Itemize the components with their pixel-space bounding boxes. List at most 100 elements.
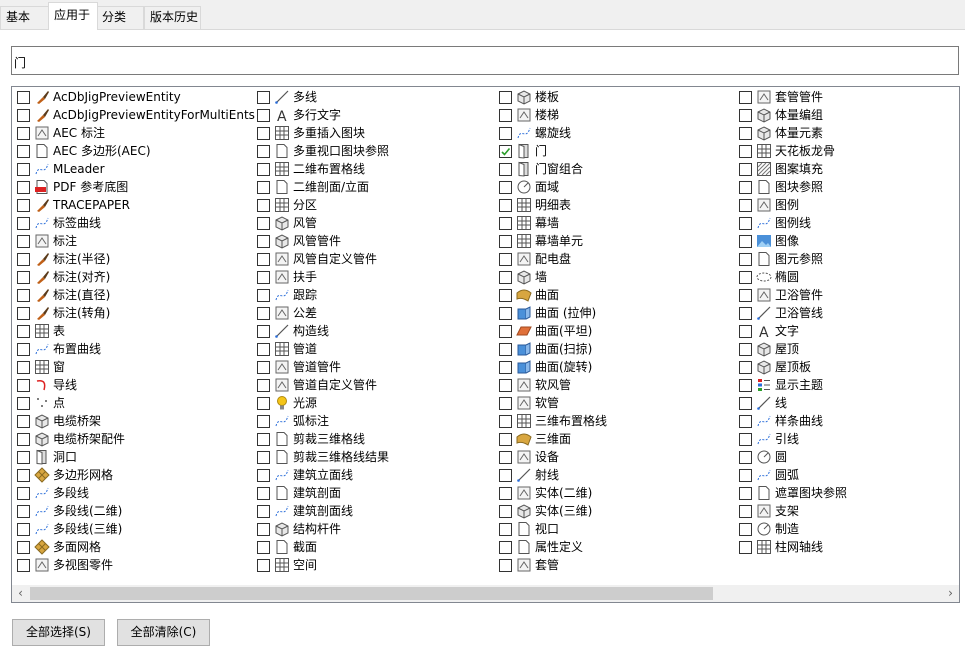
- filter-input[interactable]: [11, 46, 959, 75]
- list-item[interactable]: 图例: [736, 196, 847, 214]
- list-item[interactable]: 管道管件: [254, 358, 389, 376]
- list-item[interactable]: 卫浴管线: [736, 304, 847, 322]
- checkbox[interactable]: [739, 450, 752, 464]
- list-item[interactable]: 屋顶板: [736, 358, 847, 376]
- list-item[interactable]: 体量编组: [736, 106, 847, 124]
- horizontal-scrollbar[interactable]: ‹ ›: [12, 585, 959, 602]
- list-item[interactable]: 设备: [496, 448, 607, 466]
- list-item[interactable]: 表: [14, 322, 255, 340]
- list-item[interactable]: A 多行文字: [254, 106, 389, 124]
- list-item[interactable]: 软风管: [496, 376, 607, 394]
- list-item[interactable]: 门: [496, 142, 607, 160]
- list-item[interactable]: 软管: [496, 394, 607, 412]
- list-item[interactable]: 图元参照: [736, 250, 847, 268]
- list-item[interactable]: 扶手: [254, 268, 389, 286]
- list-item[interactable]: TRACEPAPER: [14, 196, 255, 214]
- list-item[interactable]: 遮罩图块参照: [736, 484, 847, 502]
- checkbox[interactable]: [17, 468, 30, 482]
- list-item[interactable]: 二维剖面/立面: [254, 178, 389, 196]
- list-item[interactable]: 标注: [14, 232, 255, 250]
- list-item[interactable]: 洞口: [14, 448, 255, 466]
- checkbox[interactable]: [499, 450, 512, 464]
- checkbox[interactable]: [499, 90, 512, 104]
- list-item[interactable]: 显示主题: [736, 376, 847, 394]
- checkbox[interactable]: [739, 306, 752, 320]
- checkbox[interactable]: [17, 306, 30, 320]
- checkbox[interactable]: [739, 324, 752, 338]
- list-item[interactable]: 卫浴管件: [736, 286, 847, 304]
- checkbox[interactable]: [257, 342, 270, 356]
- checkbox[interactable]: [257, 252, 270, 266]
- list-item[interactable]: AEC 多边形(AEC): [14, 142, 255, 160]
- list-item[interactable]: 结构杆件: [254, 520, 389, 538]
- list-item[interactable]: 分区: [254, 196, 389, 214]
- list-item[interactable]: 二维布置格线: [254, 160, 389, 178]
- checkbox[interactable]: [499, 360, 512, 374]
- list-item[interactable]: 线: [736, 394, 847, 412]
- list-item[interactable]: 风管自定义管件: [254, 250, 389, 268]
- checkbox[interactable]: [499, 180, 512, 194]
- tab-category[interactable]: 分类: [96, 6, 144, 29]
- checkbox[interactable]: [17, 252, 30, 266]
- checkbox[interactable]: [257, 504, 270, 518]
- checkbox[interactable]: [17, 162, 30, 176]
- list-item[interactable]: 布置曲线: [14, 340, 255, 358]
- list-item[interactable]: 多视图零件: [14, 556, 255, 574]
- checkbox[interactable]: [257, 180, 270, 194]
- checkbox[interactable]: [739, 396, 752, 410]
- checkbox[interactable]: [17, 396, 30, 410]
- list-item[interactable]: 属性定义: [496, 538, 607, 556]
- checkbox[interactable]: [739, 126, 752, 140]
- checkbox[interactable]: [17, 270, 30, 284]
- checkbox[interactable]: [257, 162, 270, 176]
- checkbox[interactable]: [257, 198, 270, 212]
- list-item[interactable]: 公差: [254, 304, 389, 322]
- checkbox[interactable]: [739, 252, 752, 266]
- list-item[interactable]: 多段线: [14, 484, 255, 502]
- list-item[interactable]: 射线: [496, 466, 607, 484]
- list-item[interactable]: 构造线: [254, 322, 389, 340]
- checkbox[interactable]: [257, 234, 270, 248]
- list-item[interactable]: 三维面: [496, 430, 607, 448]
- list-item[interactable]: 套管: [496, 556, 607, 574]
- list-item[interactable]: 圆弧: [736, 466, 847, 484]
- list-item[interactable]: 屋顶: [736, 340, 847, 358]
- list-item[interactable]: PDF 参考底图: [14, 178, 255, 196]
- clear-all-button[interactable]: 全部清除(C): [117, 619, 210, 646]
- list-item[interactable]: 柱网轴线: [736, 538, 847, 556]
- checkbox[interactable]: [499, 378, 512, 392]
- tab-basic[interactable]: 基本: [0, 6, 50, 29]
- checkbox[interactable]: [499, 108, 512, 122]
- list-item[interactable]: 曲面(旋转): [496, 358, 607, 376]
- checkbox[interactable]: [739, 234, 752, 248]
- list-item[interactable]: 窗: [14, 358, 255, 376]
- list-item[interactable]: AcDbJigPreviewEntityForMultiEnts: [14, 106, 255, 124]
- list-item[interactable]: 建筑剖面: [254, 484, 389, 502]
- list-item[interactable]: 多边形网格: [14, 466, 255, 484]
- checkbox[interactable]: [257, 144, 270, 158]
- list-item[interactable]: 图块参照: [736, 178, 847, 196]
- list-item[interactable]: 图像: [736, 232, 847, 250]
- checkbox[interactable]: [739, 504, 752, 518]
- checkbox[interactable]: [17, 324, 30, 338]
- checkbox[interactable]: [739, 360, 752, 374]
- list-item[interactable]: 跟踪: [254, 286, 389, 304]
- list-item[interactable]: 电缆桥架配件: [14, 430, 255, 448]
- checkbox[interactable]: [499, 558, 512, 572]
- checkbox[interactable]: [17, 126, 30, 140]
- list-item[interactable]: 点: [14, 394, 255, 412]
- checkbox[interactable]: [257, 306, 270, 320]
- list-item[interactable]: 管道自定义管件: [254, 376, 389, 394]
- checkbox[interactable]: [499, 270, 512, 284]
- checkbox[interactable]: [499, 432, 512, 446]
- list-item[interactable]: 幕墙: [496, 214, 607, 232]
- list-item[interactable]: 截面: [254, 538, 389, 556]
- list-item[interactable]: 实体(二维): [496, 484, 607, 502]
- checkbox[interactable]: [499, 342, 512, 356]
- list-item[interactable]: 曲面(平坦): [496, 322, 607, 340]
- checkbox[interactable]: [257, 324, 270, 338]
- list-item[interactable]: 楼板: [496, 88, 607, 106]
- checkbox[interactable]: [499, 504, 512, 518]
- list-item[interactable]: 幕墙单元: [496, 232, 607, 250]
- list-item[interactable]: 多线: [254, 88, 389, 106]
